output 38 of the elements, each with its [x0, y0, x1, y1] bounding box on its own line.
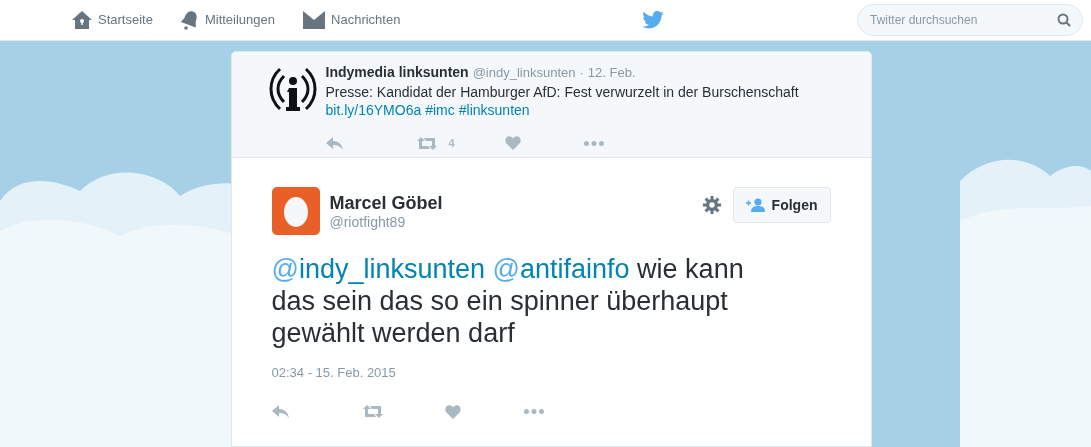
- retweet-icon[interactable]: [362, 405, 383, 418]
- tweet-link[interactable]: #linksunten: [458, 101, 530, 119]
- tweet-date[interactable]: 12. Feb.: [587, 63, 636, 83]
- parent-tweet[interactable]: Indymedia linksunten @indy_linksunten · 12. Feb. Presse: Kandidat der Hamburger AfD: Fest verwurzelt in der Burschenschaft bit.ly/16YMO6a #imc #linksunten 4: [231, 52, 871, 158]
- author-handle[interactable]: @riotfight89: [329, 214, 443, 230]
- reply-icon[interactable]: [271, 405, 289, 418]
- tweet-text: @indy_linksunten @antifainfo wie kann das sein das so ein spinner überhaupt gewählt werden darf: [271, 253, 745, 349]
- separator: ·: [579, 64, 584, 82]
- tweet-text: Presse: Kandidat der Hamburger AfD: Fest verwurzelt in der Burschenschaft: [325, 83, 799, 101]
- nav-link[interactable]: Mitteilungen: [180, 10, 276, 30]
- nav-link[interactable]: Startseite: [72, 10, 153, 30]
- tweet-timestamp[interactable]: 02:34 - 15. Feb. 2015: [271, 363, 831, 383]
- nav-link[interactable]: Nachrichten: [303, 10, 401, 30]
- author-name[interactable]: Marcel Göbel: [329, 192, 443, 214]
- avatar[interactable]: [271, 187, 320, 235]
- add-person-icon: [745, 198, 766, 212]
- more-icon[interactable]: [583, 140, 604, 146]
- follow-button[interactable]: Folgen: [732, 187, 831, 223]
- mention-link[interactable]: @antifainfo: [492, 254, 630, 284]
- tweet-link[interactable]: #imc: [425, 101, 455, 119]
- settings-icon[interactable]: [702, 196, 721, 214]
- house-icon: [72, 10, 92, 30]
- bird-logo-icon[interactable]: [642, 11, 665, 29]
- author-handle[interactable]: @indy_linksunten: [472, 63, 576, 83]
- envelope-icon: [303, 11, 326, 29]
- tweet-link[interactable]: bit.ly/16YMO6a: [325, 101, 422, 119]
- author-name[interactable]: Indymedia linksunten: [325, 62, 469, 83]
- more-icon[interactable]: [523, 409, 544, 414]
- retweet-icon[interactable]: [416, 136, 437, 150]
- search-field[interactable]: Twitter durchsuchen: [857, 4, 1083, 36]
- egg-icon: [283, 195, 308, 227]
- reply-icon[interactable]: [325, 136, 343, 150]
- bell-icon: [180, 10, 199, 30]
- mention-link[interactable]: @indy_linksunten: [271, 254, 486, 284]
- retweet-count: 4: [448, 136, 455, 151]
- heart-icon[interactable]: [504, 136, 521, 151]
- search-icon[interactable]: [1057, 13, 1071, 27]
- heart-icon[interactable]: [444, 404, 461, 419]
